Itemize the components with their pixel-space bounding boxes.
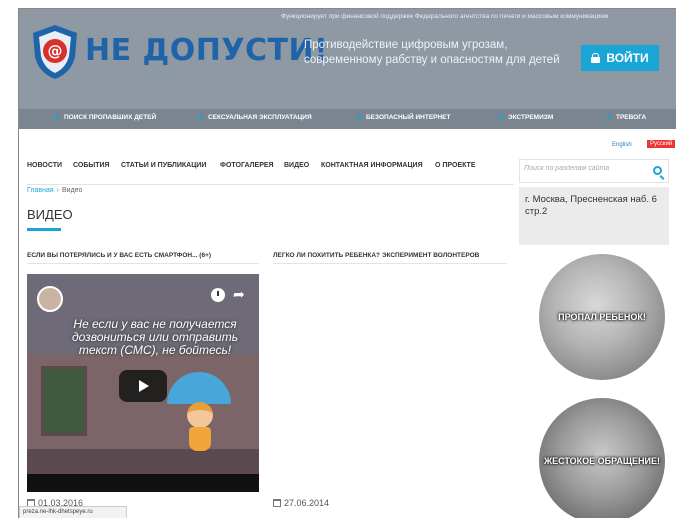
video-title-divider xyxy=(27,263,259,264)
girl-illustration-body xyxy=(189,427,211,451)
bullet-icon xyxy=(499,115,503,120)
browser-viewport: Функционирует при финансовой поддержке Ф… xyxy=(18,8,676,518)
calendar-icon xyxy=(273,499,281,507)
breadcrumb: Главная › Видео xyxy=(27,187,82,194)
video-player[interactable]: Не если у вас не получается дозвониться … xyxy=(27,274,259,492)
category-item-extremism[interactable]: ЭКСТРЕМИЗМ xyxy=(499,114,553,121)
title-underline xyxy=(27,228,61,231)
language-russian[interactable]: Русский xyxy=(647,140,676,148)
bullet-icon xyxy=(199,115,203,120)
girl-illustration-head xyxy=(187,402,213,428)
video-title-divider xyxy=(273,263,507,264)
svg-text:@: @ xyxy=(48,42,63,60)
login-button[interactable]: ВОЙТИ xyxy=(581,45,659,71)
nav-video[interactable]: ВИДЕО xyxy=(284,162,309,169)
funding-note: Функционирует при финансовой поддержке Ф… xyxy=(281,13,609,20)
banner-label: ЖЕСТОКОЕ ОБРАЩЕНИЕ! xyxy=(543,456,660,466)
video-overlay-text: Не если у вас не получается дозвониться … xyxy=(71,317,239,357)
nav-photogallery[interactable]: ФОТОГАЛЕРЕЯ xyxy=(220,162,274,169)
nav-events[interactable]: СОБЫТИЯ xyxy=(73,162,110,169)
share-icon[interactable]: ➦ xyxy=(233,286,245,303)
search-input[interactable] xyxy=(524,165,644,172)
breadcrumb-separator: › xyxy=(56,187,59,194)
banner-label: ПРОПАЛ РЕБЕНОК! xyxy=(558,312,646,322)
channel-avatar[interactable] xyxy=(37,286,63,312)
nav-about[interactable]: О ПРОЕКТЕ xyxy=(435,162,476,169)
nav-articles[interactable]: СТАТЬИ И ПУБЛИКАЦИИ xyxy=(121,162,206,169)
nav-divider xyxy=(27,184,514,185)
watch-later-icon[interactable] xyxy=(211,288,225,302)
category-item-alarm[interactable]: ТРЕВОГА xyxy=(607,114,646,121)
category-item-missing-children[interactable]: ПОИСК ПРОПАВШИХ ДЕТЕЙ xyxy=(55,114,156,121)
lock-icon xyxy=(591,53,601,63)
thumbnail-floor xyxy=(27,449,259,474)
site-tagline: Противодействие цифровым угрозам, соврем… xyxy=(304,39,560,66)
site-logo-text[interactable]: НЕ ДОПУСТИ! xyxy=(85,33,328,68)
nav-contacts[interactable]: КОНТАКТНАЯ ИНФОРМАЦИЯ xyxy=(321,162,423,169)
category-item-sexual-exploitation[interactable]: СЕКСУАЛЬНАЯ ЭКСПЛУАТАЦИЯ xyxy=(199,114,312,121)
page-title: ВИДЕО xyxy=(27,207,73,222)
browser-status-bar: preza.ne-lhk-dhetspeye.ru xyxy=(19,506,127,518)
category-item-safe-internet[interactable]: БЕЗОПАСНЫЙ ИНТЕРНЕТ xyxy=(357,114,451,121)
sidebar-search xyxy=(519,159,669,183)
banner-missing-child[interactable]: ПРОПАЛ РЕБЕНОК! xyxy=(539,254,665,380)
breadcrumb-current: Видео xyxy=(62,187,83,194)
banner-abuse[interactable]: ЖЕСТОКОЕ ОБРАЩЕНИЕ! xyxy=(539,398,665,518)
address-box: г. Москва, Пресненская наб. 6 стр.2 xyxy=(519,187,669,245)
site-header: Функционирует при финансовой поддержке Ф… xyxy=(19,9,676,109)
category-nav: ПОИСК ПРОПАВШИХ ДЕТЕЙ СЕКСУАЛЬНАЯ ЭКСПЛУ… xyxy=(19,109,676,129)
shield-logo-icon[interactable]: @ xyxy=(29,23,81,81)
video-title-lost-smartphone[interactable]: ЕСЛИ ВЫ ПОТЕРЯЛИСЬ И У ВАС ЕСТЬ СМАРТФОН… xyxy=(27,252,211,259)
video-date: 27.06.2014 xyxy=(273,498,329,508)
bullet-icon xyxy=(357,115,361,120)
login-label: ВОЙТИ xyxy=(606,51,649,65)
bullet-icon xyxy=(55,115,59,120)
bullet-icon xyxy=(607,115,611,120)
play-icon[interactable] xyxy=(119,370,167,402)
search-icon[interactable] xyxy=(653,166,662,175)
thumbnail-window xyxy=(41,366,87,436)
video-title-kidnap-experiment[interactable]: ЛЕГКО ЛИ ПОХИТИТЬ РЕБЕНКА? ЭКСПЕРИМЕНТ В… xyxy=(273,252,479,259)
language-english[interactable]: English xyxy=(612,142,632,148)
breadcrumb-home[interactable]: Главная xyxy=(27,187,54,194)
nav-news[interactable]: НОВОСТИ xyxy=(27,162,62,169)
